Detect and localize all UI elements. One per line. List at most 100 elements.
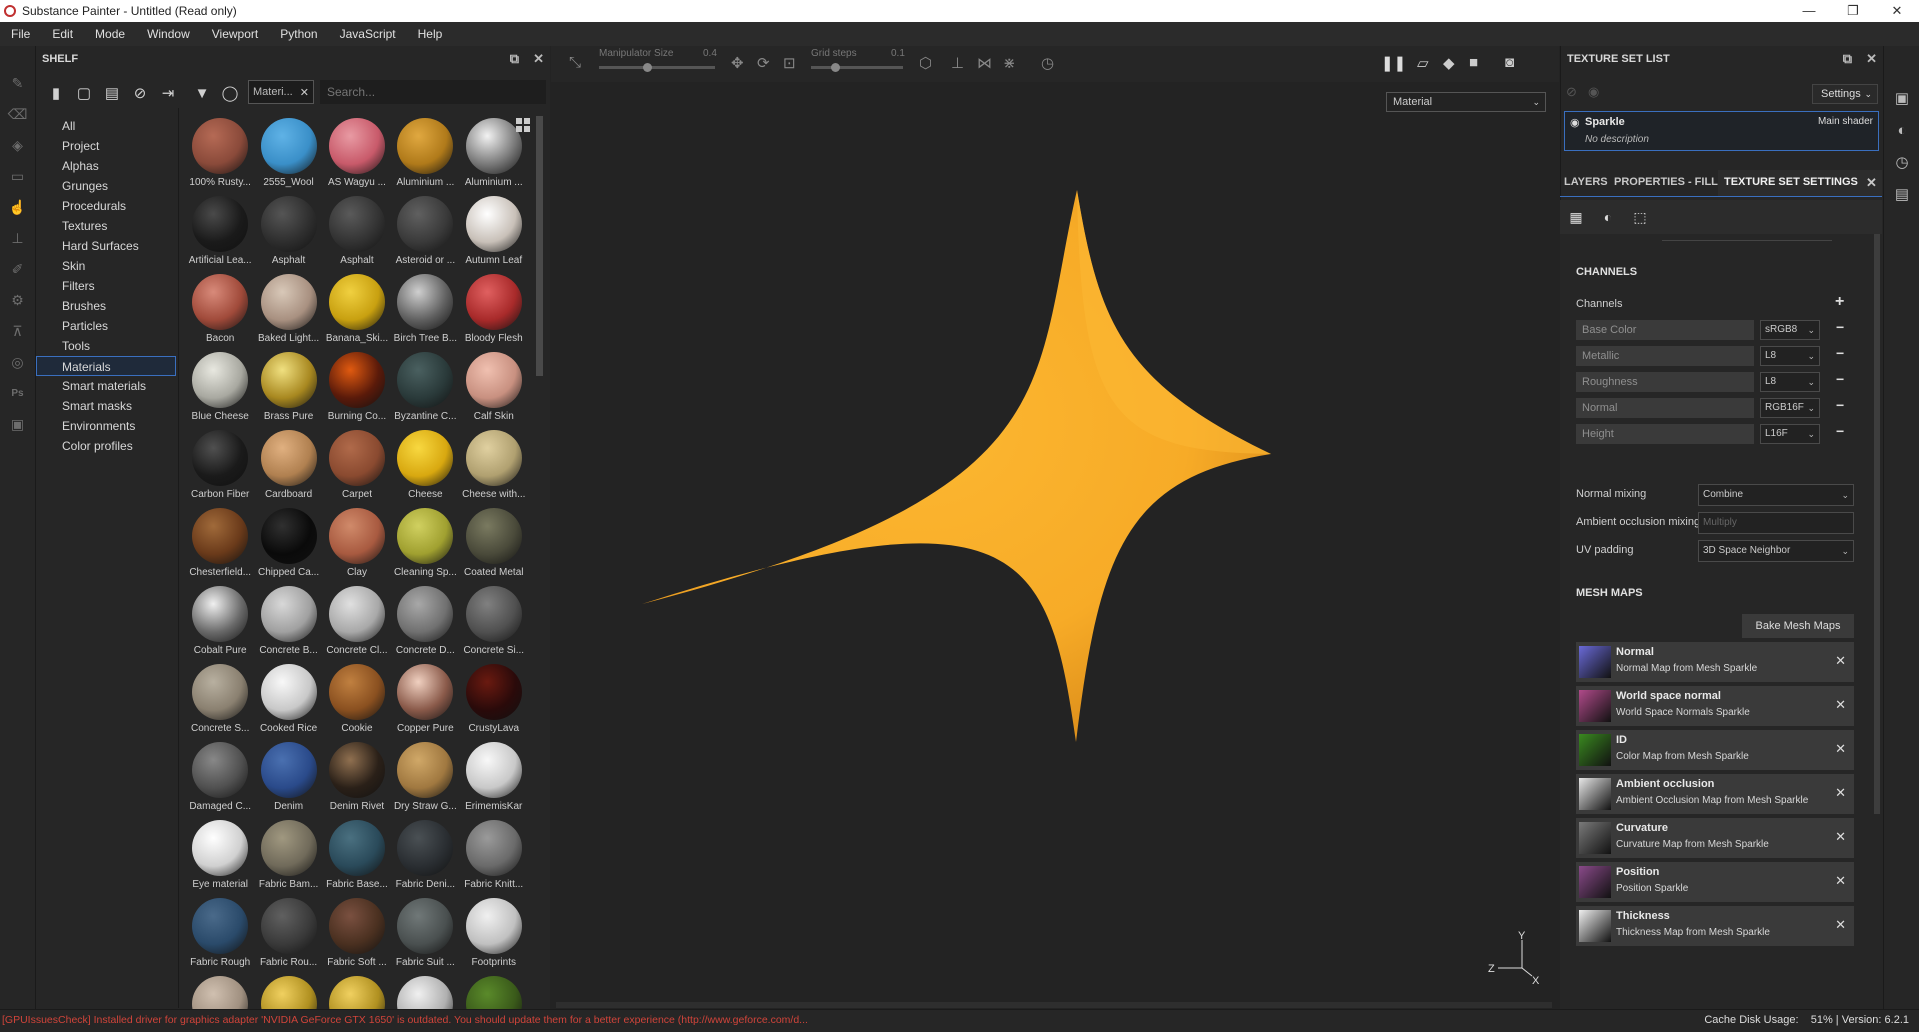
bake-icon[interactable]: ⚙ <box>0 285 35 316</box>
remove-filter-icon[interactable]: ✕ <box>300 86 309 99</box>
mesh-map-item[interactable]: ID Color Map from Mesh Sparkle ✕ <box>1576 730 1854 770</box>
clear-filter-icon[interactable]: ◯ <box>216 79 244 107</box>
material-thumbnail[interactable]: Denim Rivet <box>323 740 391 818</box>
material-thumbnail[interactable]: 2555_Wool <box>254 116 322 194</box>
remove-mesh-map-icon[interactable]: ✕ <box>1835 741 1846 757</box>
material-thumbnail[interactable]: Aluminium ... <box>391 116 459 194</box>
manipulator-size-slider[interactable] <box>599 63 715 72</box>
material-thumbnail[interactable]: Footprints <box>460 896 528 974</box>
filter-icon[interactable]: ▼ <box>188 79 216 107</box>
align-icon[interactable]: ⊥ <box>951 54 964 72</box>
remove-channel-icon[interactable]: − <box>1836 345 1844 361</box>
category-environments[interactable]: Environments <box>36 416 176 436</box>
material-thumbnail[interactable]: Concrete S... <box>186 662 254 740</box>
material-thumbnail[interactable]: Autumn Leaf <box>460 194 528 272</box>
channel-name-field[interactable]: Roughness <box>1576 372 1754 392</box>
projection-icon[interactable]: ◈ <box>0 130 35 161</box>
channel-name-field[interactable]: Base Color <box>1576 320 1754 340</box>
import-icon[interactable]: ⇥ <box>154 79 182 107</box>
mesh-map-thumbnail[interactable] <box>1579 822 1611 854</box>
material-thumbnail[interactable]: Cookie <box>323 662 391 740</box>
material-thumbnail[interactable]: Asteroid or ... <box>391 194 459 272</box>
bake-mesh-maps-button[interactable]: Bake Mesh Maps <box>1742 614 1854 638</box>
material-ball-icon[interactable]: ◐ <box>1596 206 1620 228</box>
filter-chip[interactable]: Materi... ✕ <box>248 80 314 104</box>
remove-mesh-map-icon[interactable]: ✕ <box>1835 785 1846 801</box>
category-hard-surfaces[interactable]: Hard Surfaces <box>36 236 176 256</box>
category-grunges[interactable]: Grunges <box>36 176 176 196</box>
category-particles[interactable]: Particles <box>36 316 176 336</box>
mirror-icon[interactable]: ⋈ <box>977 54 992 72</box>
remove-mesh-map-icon[interactable]: ✕ <box>1835 829 1846 845</box>
menu-edit[interactable]: Edit <box>52 27 73 41</box>
screenshot-camera-icon[interactable]: ◙ <box>1505 54 1514 71</box>
material-thumbnail[interactable]: 100% Rusty... <box>186 116 254 194</box>
log-icon[interactable]: ▤ <box>1884 178 1919 210</box>
mesh-map-item[interactable]: Thickness Thickness Map from Mesh Sparkle… <box>1576 906 1854 946</box>
material-thumbnail[interactable]: CrustyLava <box>460 662 528 740</box>
pause-icon[interactable]: ❚❚ <box>1381 54 1406 72</box>
material-thumbnail[interactable]: Carpet <box>323 428 391 506</box>
remove-mesh-map-icon[interactable]: ✕ <box>1835 873 1846 889</box>
texture-set-shader[interactable]: Main shader <box>1818 116 1873 127</box>
material-thumbnail[interactable]: Bloody Flesh <box>460 272 528 350</box>
material-thumbnail[interactable]: Fabric Rough <box>186 896 254 974</box>
material-thumbnail[interactable]: Concrete Si... <box>460 584 528 662</box>
material-thumbnail[interactable]: Damaged C... <box>186 740 254 818</box>
material-thumbnail[interactable]: AS Wagyu ... <box>323 116 391 194</box>
remove-channel-icon[interactable]: − <box>1836 371 1844 387</box>
clone-stamp-icon[interactable]: ⊥ <box>0 223 35 254</box>
shelf-search-input[interactable] <box>320 80 546 104</box>
material-thumbnail[interactable]: Concrete B... <box>254 584 322 662</box>
category-filters[interactable]: Filters <box>36 276 176 296</box>
channel-format-dropdown[interactable]: L16F ⌄ <box>1760 424 1820 444</box>
mesh-map-item[interactable]: Normal Normal Map from Mesh Sparkle ✕ <box>1576 642 1854 682</box>
material-thumbnail[interactable]: Brass Pure <box>254 350 322 428</box>
color-picker-icon[interactable]: ✐ <box>0 254 35 285</box>
sparkle-model[interactable] <box>551 82 1559 1009</box>
material-thumbnail[interactable]: Artificial Lea... <box>186 194 254 272</box>
remove-channel-icon[interactable]: − <box>1836 319 1844 335</box>
material-thumbnail[interactable]: Banana_Ski... <box>323 272 391 350</box>
mesh-map-item[interactable]: Position Position Sparkle ✕ <box>1576 862 1854 902</box>
material-thumbnail[interactable]: Fabric Rou... <box>254 896 322 974</box>
cube-snap-icon[interactable]: ⬡ <box>919 54 932 72</box>
remove-channel-icon[interactable]: − <box>1836 423 1844 439</box>
grid-view-icon[interactable] <box>516 118 530 132</box>
eraser-icon[interactable]: ⌫ <box>0 99 35 130</box>
hide-icon[interactable]: ⊘ <box>126 79 154 107</box>
remove-mesh-map-icon[interactable]: ✕ <box>1835 653 1846 669</box>
channel-name-field[interactable]: Metallic <box>1576 346 1754 366</box>
remove-mesh-map-icon[interactable]: ✕ <box>1835 917 1846 933</box>
material-thumbnail[interactable]: Concrete Cl... <box>323 584 391 662</box>
material-thumbnail[interactable]: Burning Co... <box>323 350 391 428</box>
eye-icon[interactable]: ◉ <box>1570 116 1580 129</box>
material-thumbnail[interactable]: Cardboard <box>254 428 322 506</box>
uv-padding-dropdown[interactable]: 3D Space Neighbor ⌄ <box>1698 540 1854 562</box>
minimize-button[interactable]: — <box>1787 0 1831 22</box>
snap-icon[interactable]: ⋇ <box>1003 54 1016 72</box>
channel-name-field[interactable]: Height <box>1576 424 1754 444</box>
menu-window[interactable]: Window <box>147 27 190 41</box>
3d-viewport[interactable] <box>551 82 1559 1009</box>
menu-help[interactable]: Help <box>418 27 443 41</box>
uv-icon[interactable]: ⬚ <box>1628 206 1652 228</box>
menu-python[interactable]: Python <box>280 27 317 41</box>
grid-steps-slider[interactable] <box>811 63 903 72</box>
status-warning-message[interactable]: [GPUIssuesCheck] Installed driver for gr… <box>2 1014 842 1026</box>
category-materials[interactable]: Materials <box>36 356 176 376</box>
category-procedurals[interactable]: Procedurals <box>36 196 176 216</box>
category-textures[interactable]: Textures <box>36 216 176 236</box>
material-thumbnail[interactable]: Fabric Knitt... <box>460 818 528 896</box>
mesh-map-item[interactable]: World space normal World Space Normals Sp… <box>1576 686 1854 726</box>
category-smart-masks[interactable]: Smart masks <box>36 396 176 416</box>
measure-icon[interactable]: ⊼ <box>0 316 35 347</box>
ao-mixing-dropdown[interactable]: Multiply <box>1698 512 1854 534</box>
visibility-icon[interactable]: ◉ <box>1588 84 1599 100</box>
rotate-icon[interactable]: ⟳ <box>757 54 770 72</box>
maximize-button[interactable]: ❐ <box>1831 0 1875 22</box>
material-thumbnail[interactable] <box>460 974 528 1009</box>
material-thumbnail[interactable]: Copper Pure <box>391 662 459 740</box>
mesh-map-thumbnail[interactable] <box>1579 646 1611 678</box>
material-thumbnail[interactable] <box>254 974 322 1009</box>
